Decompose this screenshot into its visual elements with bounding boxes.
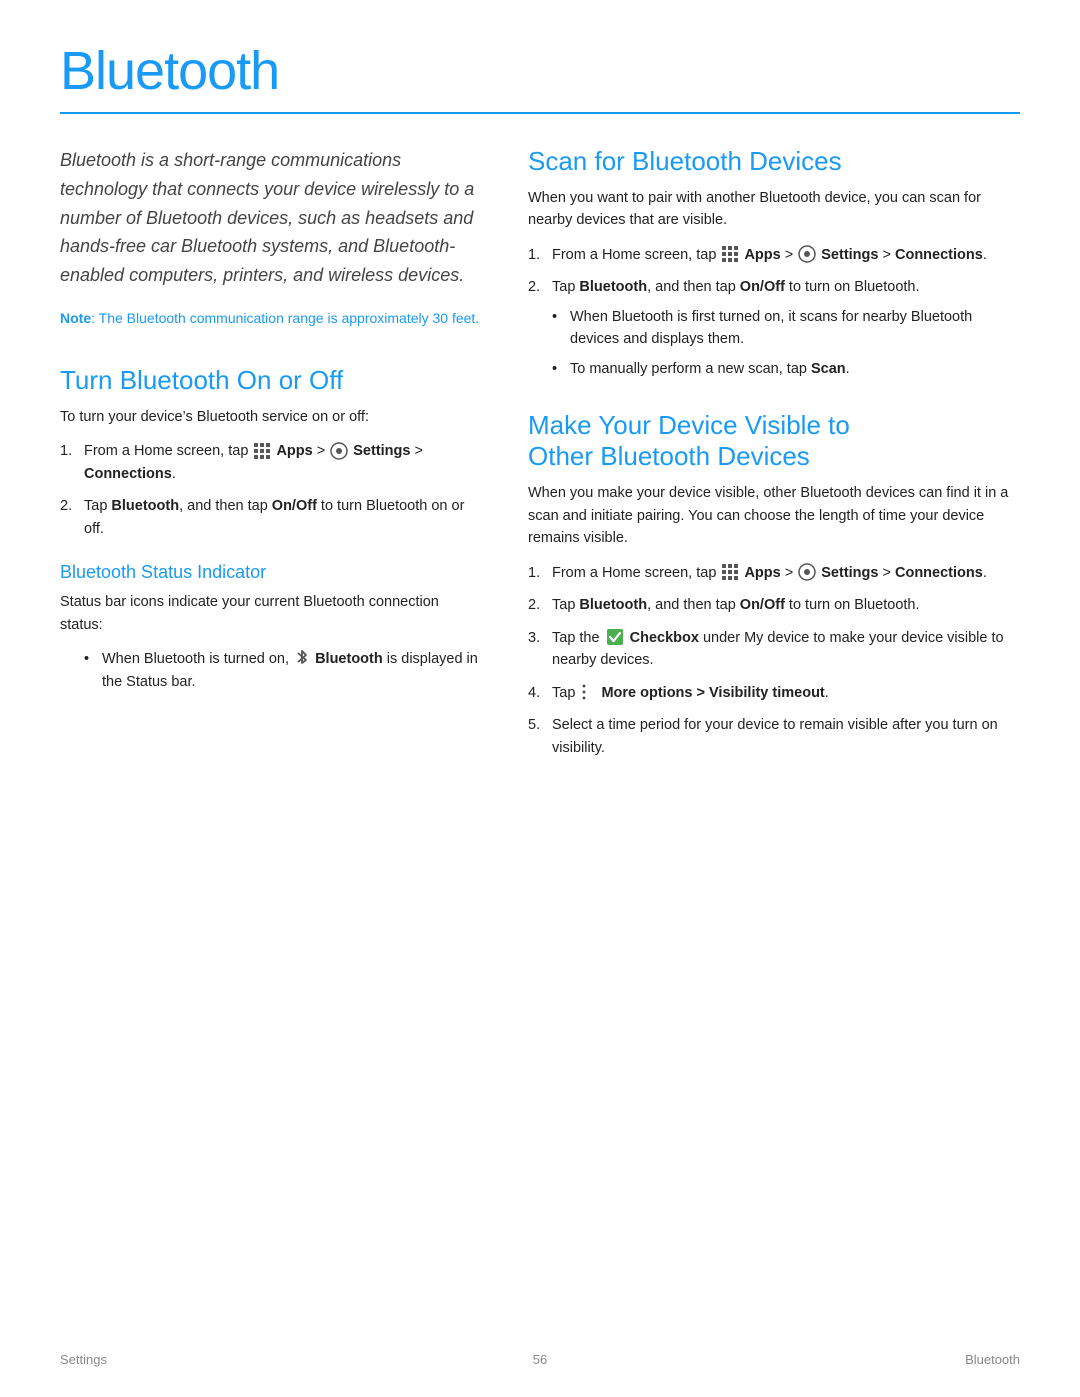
page: Bluetooth Bluetooth is a short-range com… — [0, 0, 1080, 1397]
turn-on-off-steps: 1. From a Home screen, tap — [60, 440, 480, 540]
status-indicator-bullets: When Bluetooth is turned on, Bluetooth i… — [84, 648, 480, 693]
footer-left: Settings — [60, 1352, 107, 1367]
intro-paragraph: Bluetooth is a short-range communication… — [60, 146, 480, 290]
make-visible-step-5: 5. Select a time period for your device … — [528, 714, 1020, 759]
make-visible-step-2: 2. Tap Bluetooth, and then tap On/Off to… — [528, 594, 1020, 616]
settings-icon — [330, 442, 348, 460]
status-indicator-intro: Status bar icons indicate your current B… — [60, 591, 480, 636]
content-area: Bluetooth is a short-range communication… — [60, 146, 1020, 769]
turn-on-off-title: Turn Bluetooth On or Off — [60, 365, 480, 396]
scan-step-2: 2. Tap Bluetooth, and then tap On/Off to… — [528, 276, 1020, 380]
status-bullet-1: When Bluetooth is turned on, Bluetooth i… — [84, 648, 480, 693]
scan-intro: When you want to pair with another Bluet… — [528, 187, 1020, 232]
scan-section: Scan for Bluetooth Devices When you want… — [528, 146, 1020, 380]
footer-right: Bluetooth — [965, 1352, 1020, 1367]
turn-on-off-intro: To turn your device’s Bluetooth service … — [60, 406, 480, 428]
make-visible-section: Make Your Device Visible to Other Blueto… — [528, 410, 1020, 759]
note-paragraph: Note: The Bluetooth communication range … — [60, 308, 480, 329]
turn-step-2: 2. Tap Bluetooth, and then tap On/Off to… — [60, 495, 480, 540]
left-column: Bluetooth is a short-range communication… — [60, 146, 480, 769]
scan-bullet-2: To manually perform a new scan, tap Scan… — [552, 358, 1020, 380]
apps-icon-scan — [721, 245, 739, 263]
make-visible-intro: When you make your device visible, other… — [528, 482, 1020, 549]
make-visible-steps: 1. From a Home screen, tap — [528, 562, 1020, 759]
footer: Settings 56 Bluetooth — [0, 1352, 1080, 1367]
apps-label-scan: Apps — [744, 247, 780, 263]
apps-label: Apps — [276, 443, 312, 459]
connections-label: Connections — [84, 466, 172, 482]
title-divider — [60, 112, 1020, 114]
settings-icon-visible — [798, 563, 816, 581]
scan-bullets: When Bluetooth is first turned on, it sc… — [552, 306, 1020, 380]
status-indicator-subtitle: Bluetooth Status Indicator — [60, 562, 480, 583]
settings-icon-scan — [798, 245, 816, 263]
turn-step-1: 1. From a Home screen, tap — [60, 440, 480, 485]
make-visible-step-3: 3. Tap the Checkbox under My device to m… — [528, 627, 1020, 672]
bluetooth-bold-label: Bluetooth — [315, 651, 383, 667]
footer-center: 56 — [533, 1352, 547, 1367]
note-content: The Bluetooth communication range is app… — [99, 310, 480, 326]
right-column: Scan for Bluetooth Devices When you want… — [528, 146, 1020, 769]
page-title: Bluetooth — [60, 40, 1020, 102]
settings-label: Settings — [353, 443, 410, 459]
more-options-icon — [581, 683, 595, 701]
make-visible-step-1: 1. From a Home screen, tap — [528, 562, 1020, 584]
apps-icon-visible — [721, 563, 739, 581]
make-visible-step-4: 4. Tap More options > Visibility timeout… — [528, 682, 1020, 704]
note-label: Note — [60, 310, 91, 326]
make-visible-title: Make Your Device Visible to Other Blueto… — [528, 410, 1020, 472]
checkbox-icon — [606, 628, 624, 646]
scan-title: Scan for Bluetooth Devices — [528, 146, 1020, 177]
bluetooth-symbol-icon — [295, 649, 309, 667]
scan-step-1: 1. From a Home screen, tap — [528, 244, 1020, 266]
scan-bullet-1: When Bluetooth is first turned on, it sc… — [552, 306, 1020, 351]
apps-icon — [253, 442, 271, 460]
scan-steps: 1. From a Home screen, tap — [528, 244, 1020, 380]
